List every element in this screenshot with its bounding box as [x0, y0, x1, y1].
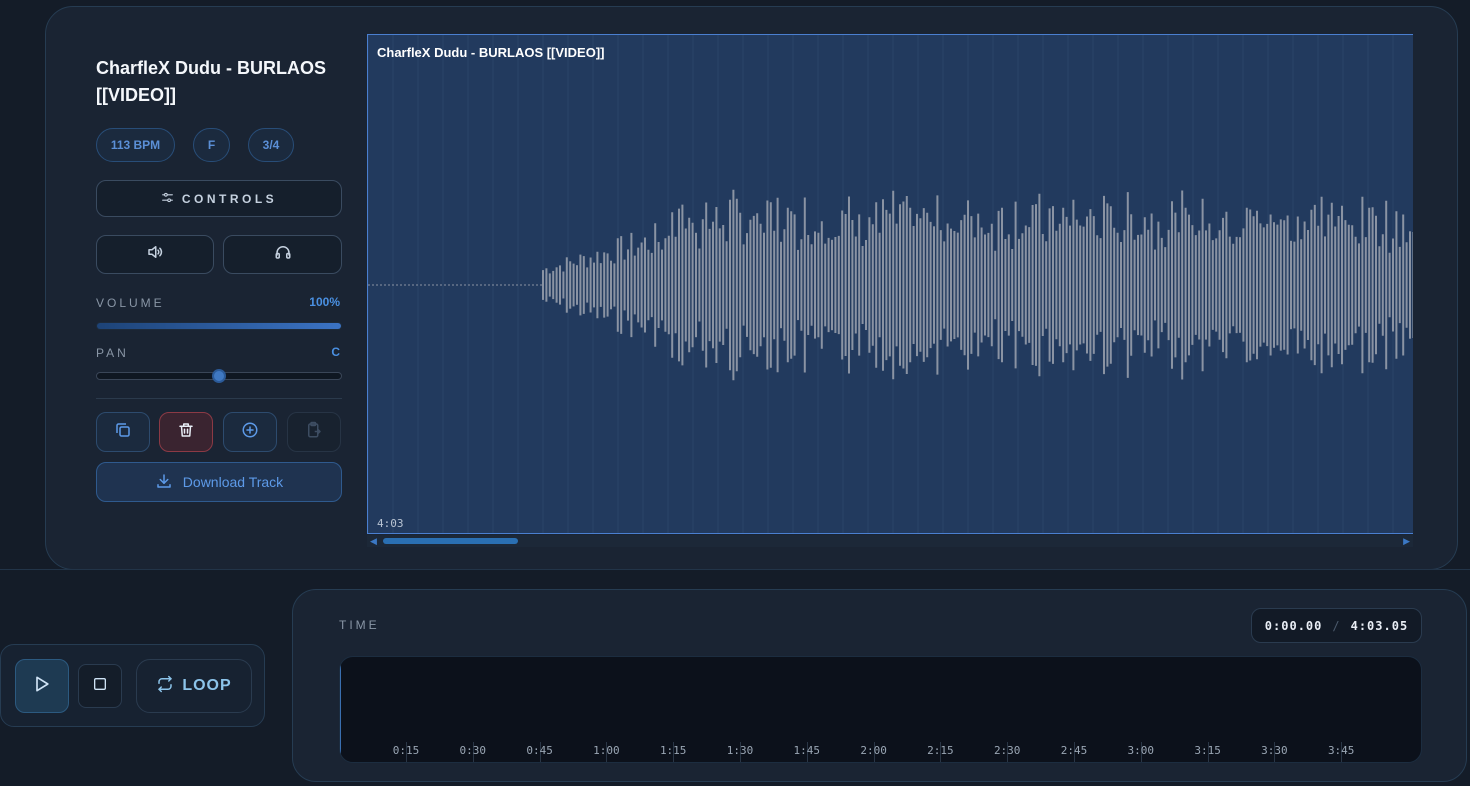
waveform-duration: 4:03	[377, 517, 404, 530]
copy-icon	[114, 421, 132, 444]
time-readout: 0:00.00 / 4:03.05	[1251, 608, 1422, 643]
controls-label: CONTROLS	[181, 191, 278, 206]
transport-controls: LOOP	[0, 644, 265, 727]
play-button[interactable]	[15, 659, 69, 713]
duplicate-track-button[interactable]	[96, 412, 150, 452]
controls-button[interactable]: CONTROLS	[96, 180, 342, 217]
timeline-tick-label: 2:00	[860, 744, 887, 757]
timeline-tick-label: 2:30	[993, 744, 1021, 757]
timeline-tick-label: 3:45	[1327, 744, 1355, 757]
timeline-tick-label: 1:30	[726, 744, 754, 757]
pan-value: C	[331, 345, 340, 359]
time-label: TIME	[339, 618, 380, 632]
play-icon	[32, 674, 52, 699]
playhead[interactable]	[340, 663, 341, 759]
timeline-tick-label: 1:00	[593, 744, 620, 757]
timeline-tick-label: 3:00	[1127, 744, 1155, 757]
mute-button[interactable]	[96, 235, 214, 274]
headphones-icon	[274, 243, 292, 266]
volume-label: VOLUME	[96, 296, 165, 310]
timeline-tick-label: 2:15	[927, 744, 954, 757]
trash-icon	[177, 421, 195, 444]
repeat-icon	[156, 675, 174, 698]
sliders-icon	[161, 191, 174, 207]
clipboard-icon	[305, 421, 323, 444]
pan-slider[interactable]	[96, 369, 342, 383]
timeline-tick-label: 0:45	[526, 744, 553, 757]
stop-button[interactable]	[78, 664, 122, 708]
timeline-tick-label: 1:45	[793, 744, 821, 757]
download-track-button[interactable]: Download Track	[96, 462, 342, 502]
loop-button[interactable]: LOOP	[136, 659, 252, 713]
delete-track-button[interactable]	[159, 412, 213, 452]
waveform-title: CharfleX Dudu - BURLAOS [[VIDEO]]	[377, 45, 605, 60]
loop-label: LOOP	[182, 677, 232, 694]
waveform	[368, 35, 1413, 533]
time-panel: TIME 0:00.00 / 4:03.05 0:15 0:30 0:45 1:00 1…	[292, 589, 1467, 782]
timeline-tick-label: 0:30	[459, 744, 487, 757]
section-divider	[0, 569, 1470, 570]
bpm-badge[interactable]: 113 BPM	[96, 128, 175, 162]
current-time: 0:00.00	[1264, 618, 1323, 633]
add-track-button[interactable]	[223, 412, 277, 452]
scroll-right-icon[interactable]: ▶	[1403, 536, 1410, 547]
timeline-tick-label: 3:30	[1261, 744, 1288, 757]
track-title: CharfleX Dudu - BURLAOS [[VIDEO]]	[96, 58, 327, 105]
waveform-scrollbar[interactable]: ◀ ▶	[367, 535, 1413, 547]
total-time: 4:03.05	[1350, 618, 1409, 633]
timeline-tick-label: 3:15	[1194, 744, 1221, 757]
scrollbar-thumb[interactable]	[383, 538, 518, 544]
speaker-icon	[146, 243, 164, 266]
time-signature-badge[interactable]: 3/4	[248, 128, 294, 162]
solo-button[interactable]	[223, 235, 342, 274]
volume-slider[interactable]	[96, 322, 342, 330]
download-icon	[155, 472, 173, 493]
scroll-left-icon[interactable]: ◀	[370, 536, 377, 547]
timeline-tick-label: 1:15	[659, 744, 687, 757]
pan-label: PAN	[96, 346, 129, 360]
timeline-tick-label: 0:15	[392, 744, 420, 757]
pan-slider-thumb[interactable]	[212, 369, 226, 383]
key-badge[interactable]: F	[193, 128, 230, 162]
timeline-tick-label: 2:45	[1060, 744, 1088, 757]
paste-track-button[interactable]	[287, 412, 341, 452]
volume-slider-fill	[97, 323, 341, 329]
volume-value: 100%	[309, 295, 340, 309]
time-separator: /	[1332, 618, 1341, 633]
stop-icon	[92, 676, 108, 697]
waveform-display[interactable]: CharfleX Dudu - BURLAOS [[VIDEO]] 4:03	[367, 34, 1413, 534]
download-label: Download Track	[182, 474, 284, 490]
timeline-ruler[interactable]: 0:15 0:30 0:45 1:00 1:15 1:30 1:45 2:00 2:15 2:30…	[339, 656, 1422, 763]
divider	[96, 398, 342, 399]
plus-circle-icon	[241, 421, 259, 444]
track-card: CharfleX Dudu - BURLAOS [[VIDEO]] 113 BP…	[45, 6, 1458, 570]
